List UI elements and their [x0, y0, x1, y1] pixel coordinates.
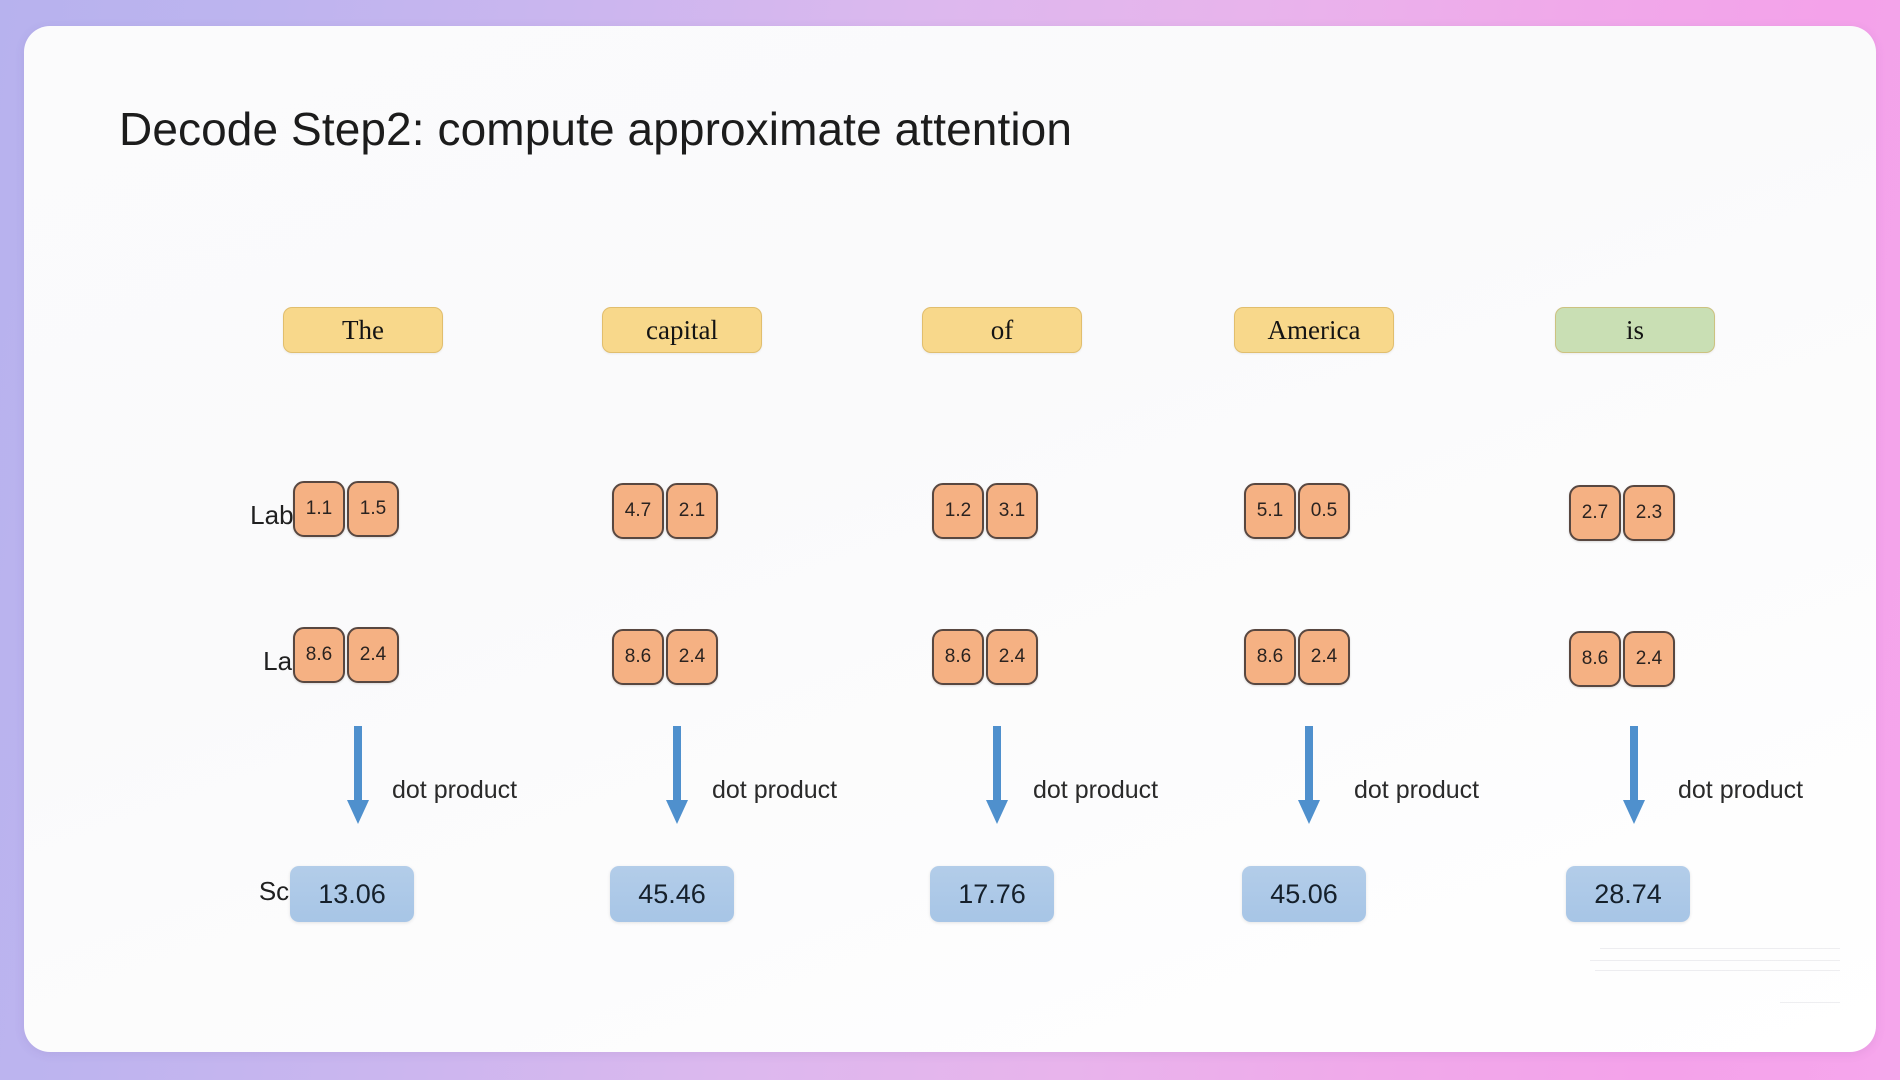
score-chip: 17.76 — [930, 866, 1054, 922]
token-chip[interactable]: The — [283, 307, 443, 353]
query-cell: 8.6 — [293, 627, 345, 683]
score-chip: 45.46 — [610, 866, 734, 922]
query-cell-pair: 8.6 2.4 — [932, 629, 1038, 685]
label-cell: 5.1 — [1244, 483, 1296, 539]
label-cell: 4.7 — [612, 483, 664, 539]
query-cell: 8.6 — [1569, 631, 1621, 687]
query-cell: 8.6 — [1244, 629, 1296, 685]
token-chip[interactable]: of — [922, 307, 1082, 353]
down-arrow-icon — [345, 726, 371, 826]
label-cell: 1.1 — [293, 481, 345, 537]
token-chip[interactable]: is — [1555, 307, 1715, 353]
operation-label: dot product — [1678, 776, 1804, 804]
label-cell: 2.7 — [1569, 485, 1621, 541]
score-chip: 13.06 — [290, 866, 414, 922]
labels-cell-pair: 1.2 3.1 — [932, 483, 1038, 539]
down-arrow-icon — [984, 726, 1010, 826]
down-arrow-icon — [1621, 726, 1647, 826]
query-cell: 8.6 — [932, 629, 984, 685]
token-chip[interactable]: capital — [602, 307, 762, 353]
query-cell: 2.4 — [1298, 629, 1350, 685]
query-cell: 2.4 — [1623, 631, 1675, 687]
label-cell: 1.5 — [347, 481, 399, 537]
query-cell: 2.4 — [347, 627, 399, 683]
query-cell-pair: 8.6 2.4 — [1569, 631, 1675, 687]
label-cell: 2.3 — [1623, 485, 1675, 541]
label-cell: 2.1 — [666, 483, 718, 539]
query-cell: 8.6 — [612, 629, 664, 685]
labels-cell-pair: 5.1 0.5 — [1244, 483, 1350, 539]
score-chip: 28.74 — [1566, 866, 1690, 922]
score-chip: 45.06 — [1242, 866, 1366, 922]
operation-label: dot product — [712, 776, 838, 804]
labels-cell-pair: 4.7 2.1 — [612, 483, 718, 539]
query-cell: 2.4 — [986, 629, 1038, 685]
query-cell: 2.4 — [666, 629, 718, 685]
down-arrow-icon — [664, 726, 690, 826]
operation-label: dot product — [1033, 776, 1159, 804]
slide-card: Decode Step2: compute approximate attent… — [24, 26, 1876, 1052]
query-cell-pair: 8.6 2.4 — [612, 629, 718, 685]
down-arrow-icon — [1296, 726, 1322, 826]
query-cell-pair: 8.6 2.4 — [293, 627, 399, 683]
label-cell: 1.2 — [932, 483, 984, 539]
labels-cell-pair: 1.1 1.5 — [293, 481, 399, 537]
operation-label: dot product — [1354, 776, 1480, 804]
attention-diagram: Labels: Label: Score: The 1.1 1.5 8.6 2.… — [24, 26, 1876, 1052]
label-cell: 3.1 — [986, 483, 1038, 539]
label-cell: 0.5 — [1298, 483, 1350, 539]
query-cell-pair: 8.6 2.4 — [1244, 629, 1350, 685]
labels-cell-pair: 2.7 2.3 — [1569, 485, 1675, 541]
token-chip[interactable]: America — [1234, 307, 1394, 353]
operation-label: dot product — [392, 776, 518, 804]
